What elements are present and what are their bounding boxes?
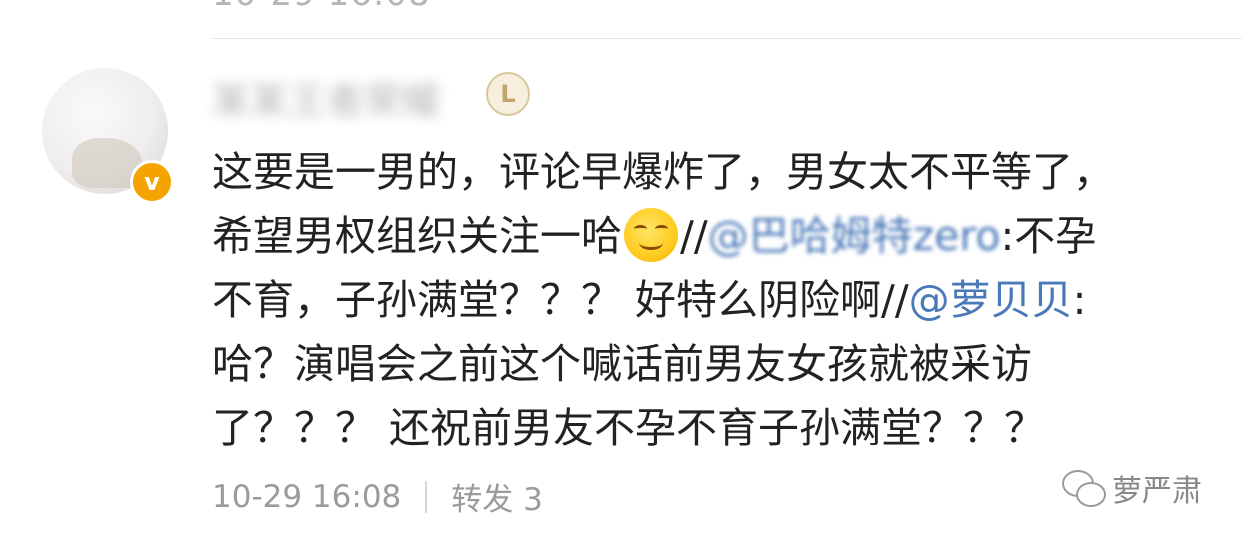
footer-divider [425, 480, 428, 513]
comment-text: : [1072, 276, 1087, 324]
username[interactable]: 某某王者荣耀 [212, 70, 440, 125]
comment-text: 不育，子孙满堂？？？ 好特么阴险啊// [212, 276, 909, 324]
comment-divider [212, 38, 1242, 39]
watermark: 萝严肃 [1062, 466, 1202, 510]
smirk-emoji-icon [624, 208, 678, 262]
level-badge-icon: L [486, 72, 530, 116]
comment-line-1: 这要是一男的，评论早爆炸了，男女太不平等了， [212, 148, 1114, 196]
comment-line-3: 不育，子孙满堂？？？ 好特么阴险啊//@萝贝贝: [212, 268, 1212, 332]
mention-link[interactable]: @巴哈姆特zero [708, 212, 1001, 260]
repost-separator: // [680, 212, 708, 260]
verified-badge-icon: v [130, 160, 174, 204]
comment-timestamp: 10-29 16:08 [212, 478, 402, 515]
comment-line-4: 哈？演唱会之前这个喊话前男友女孩就被采访 [212, 340, 1032, 388]
previous-comment-timestamp: 10-29 16:08 [212, 0, 431, 14]
wechat-icon [1062, 468, 1106, 508]
mention-link[interactable]: @萝贝贝 [909, 276, 1073, 324]
repost-button[interactable]: 转发 3 [451, 474, 543, 519]
comment-body: 这要是一男的，评论早爆炸了，男女太不平等了， 希望男权组织关注一哈 //@巴哈姆特… [212, 140, 1212, 460]
comment-text: 希望男权组织关注一哈 [212, 212, 622, 260]
comment-line-2: 希望男权组织关注一哈 //@巴哈姆特zero:不孕 [212, 204, 1212, 268]
comment-footer: 10-29 16:08 转发 3 [212, 474, 543, 519]
comment-line-5: 了？？？ 还祝前男友不孕不育子孙满堂？？？ [212, 404, 1046, 452]
comment-text: :不孕 [1000, 212, 1097, 260]
watermark-text: 萝严肃 [1112, 474, 1202, 509]
